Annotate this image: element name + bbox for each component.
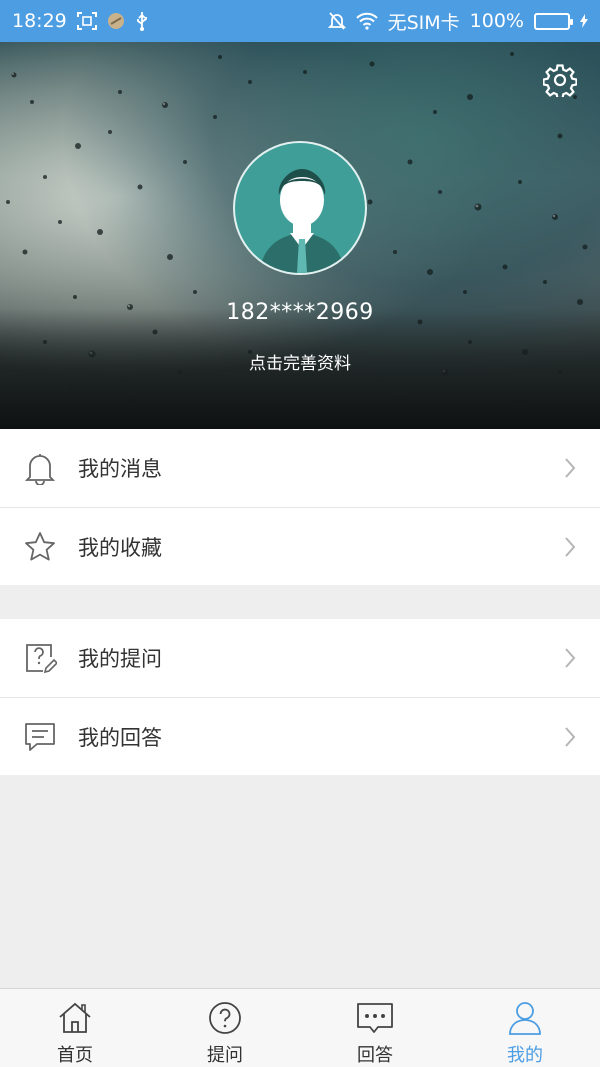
status-left: 18:29 <box>12 10 149 32</box>
screenshot-icon <box>76 12 97 30</box>
tab-home[interactable]: 首页 <box>0 989 150 1067</box>
tab-label: 我的 <box>507 1045 543 1066</box>
avatar[interactable] <box>233 141 367 275</box>
tab-ask[interactable]: 提问 <box>150 989 300 1067</box>
menu-item-label: 我的消息 <box>78 457 162 481</box>
tab-label: 回答 <box>357 1045 393 1066</box>
status-time: 18:29 <box>12 10 67 32</box>
home-icon <box>57 1001 93 1039</box>
profile-header: 182****2969 点击完善资料 <box>0 42 600 429</box>
question-edit-icon <box>22 640 58 676</box>
gear-icon <box>542 63 578 101</box>
status-right: 无SIM卡 100% <box>327 8 588 35</box>
menu-item-messages[interactable]: 我的消息 <box>0 429 600 507</box>
menu-group-personal: 我的消息 我的收藏 <box>0 429 600 585</box>
menu-group-qa: 我的提问 我的回答 <box>0 619 600 775</box>
menu-item-label: 我的提问 <box>78 647 162 671</box>
chevron-right-icon <box>564 726 576 752</box>
tab-label: 提问 <box>207 1045 243 1066</box>
menu-item-favorites[interactable]: 我的收藏 <box>0 507 600 585</box>
chevron-right-icon <box>564 647 576 673</box>
user-phone: 182****2969 <box>226 300 374 325</box>
menu-item-label: 我的回答 <box>78 725 162 750</box>
chat-message-icon <box>22 719 58 755</box>
menu-item-my-answers[interactable]: 我的回答 <box>0 697 600 775</box>
bottom-tab-bar: 首页 提问 回答 我的 <box>0 988 600 1067</box>
question-circle-icon <box>207 1001 243 1039</box>
battery-percent: 100% <box>469 10 524 32</box>
usb-icon <box>135 11 149 31</box>
star-icon <box>22 529 58 565</box>
app-notification-icon <box>107 12 125 30</box>
bell-icon <box>22 450 58 486</box>
charging-icon <box>580 14 588 28</box>
complete-profile-link[interactable]: 点击完善资料 <box>0 349 600 374</box>
chat-dots-icon <box>356 1001 394 1039</box>
tab-answer[interactable]: 回答 <box>300 989 450 1067</box>
tab-mine[interactable]: 我的 <box>450 989 600 1067</box>
status-bar: 18:29 无SIM卡 100% <box>0 0 600 42</box>
chevron-right-icon <box>564 536 576 562</box>
user-icon <box>507 1001 543 1039</box>
mute-bell-icon <box>327 11 346 31</box>
menu-item-label: 我的收藏 <box>78 535 162 560</box>
tab-label: 首页 <box>57 1045 93 1066</box>
wifi-icon <box>355 12 378 30</box>
carrier-text: 无SIM卡 <box>387 11 460 34</box>
battery-icon <box>534 12 573 30</box>
settings-button[interactable] <box>542 64 578 100</box>
default-user-avatar-icon <box>259 169 345 273</box>
menu-item-my-questions[interactable]: 我的提问 <box>0 619 600 697</box>
chevron-right-icon <box>564 457 576 483</box>
